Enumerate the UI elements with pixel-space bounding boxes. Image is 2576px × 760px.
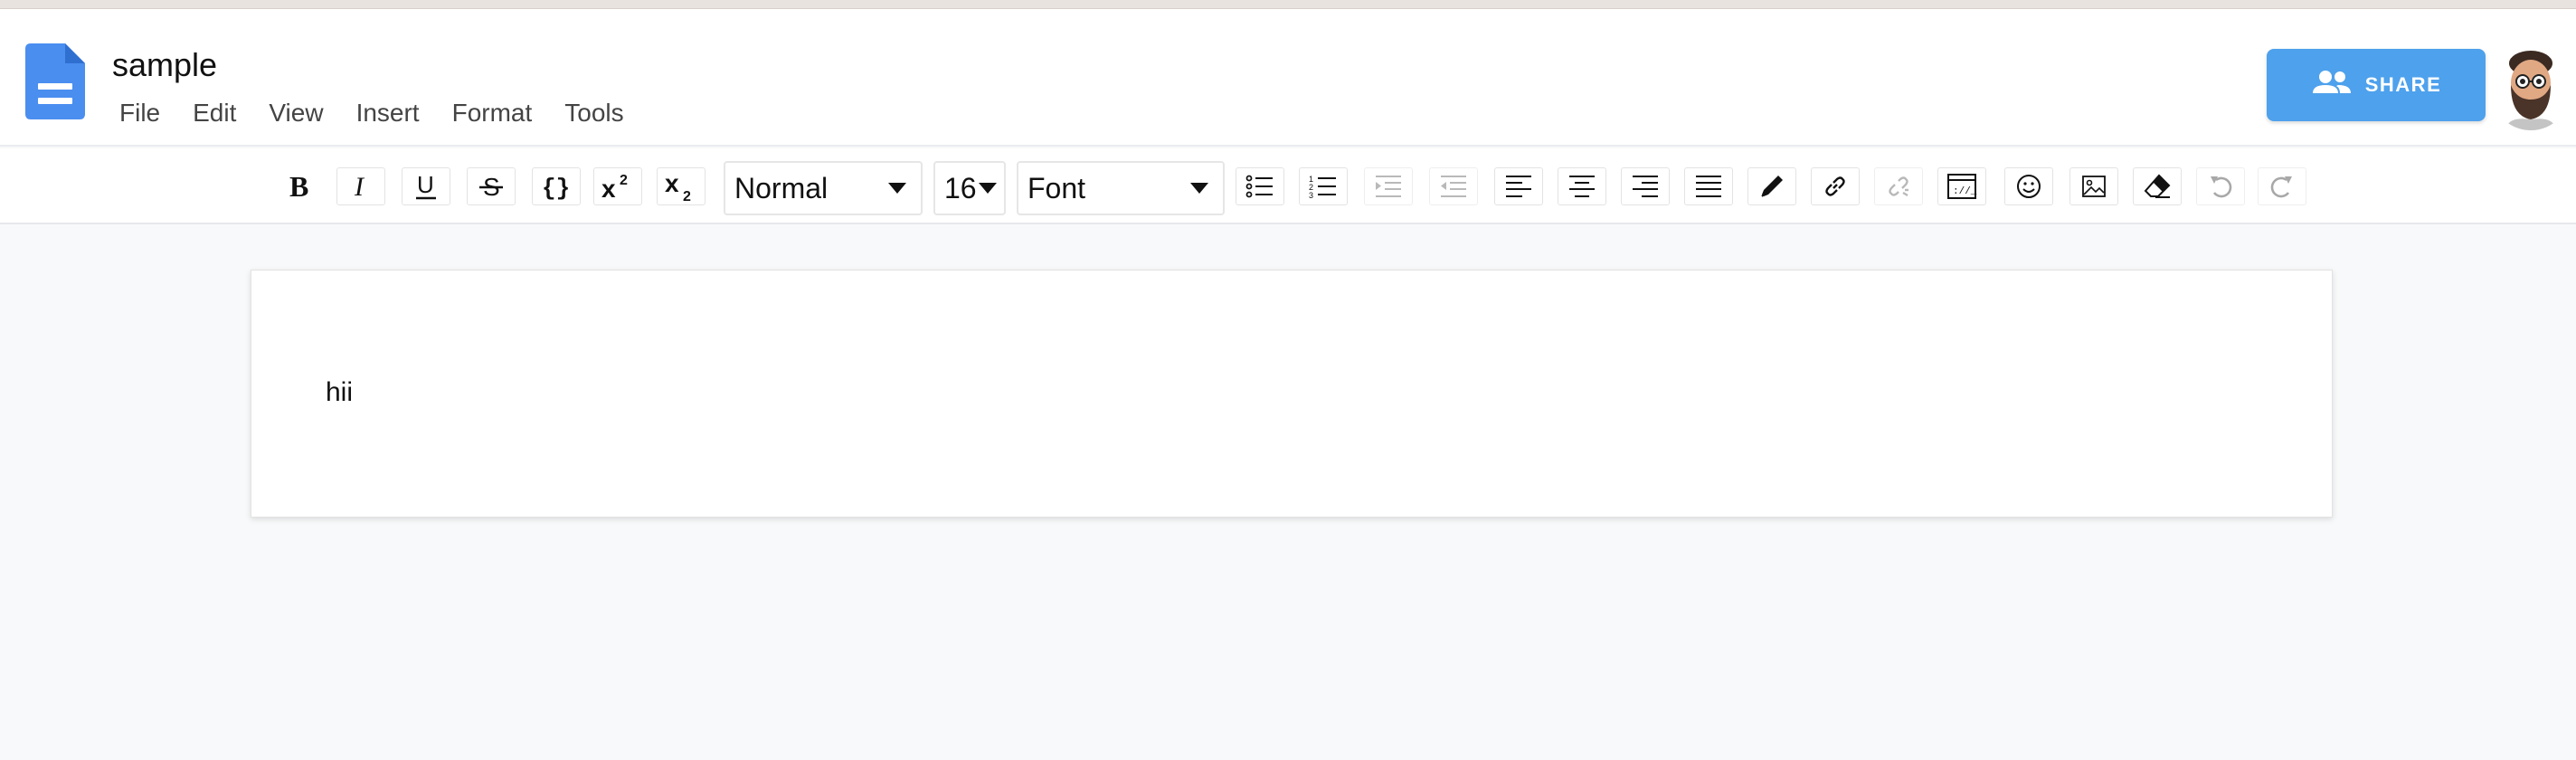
indent-icon xyxy=(1364,167,1413,205)
align-right-button[interactable] xyxy=(1621,165,1670,208)
user-avatar[interactable] xyxy=(2489,43,2572,130)
menu-edit[interactable]: Edit xyxy=(176,92,252,134)
justify-icon xyxy=(1684,167,1733,205)
svg-text:2: 2 xyxy=(620,173,628,188)
svg-text:3: 3 xyxy=(1309,191,1313,199)
embed-code-icon: ://_ xyxy=(1937,167,1986,205)
app-header: sample File Edit View Insert Format Tool… xyxy=(0,9,2576,147)
menu-file[interactable]: File xyxy=(103,92,176,134)
chevron-down-icon xyxy=(979,183,997,194)
menu-tools[interactable]: Tools xyxy=(548,92,639,134)
svg-text:B: B xyxy=(289,171,308,202)
people-icon xyxy=(2311,70,2353,100)
menu-bar: File Edit View Insert Format Tools xyxy=(103,92,640,134)
font-family-select[interactable]: Font xyxy=(1017,161,1225,215)
bold-button[interactable]: B xyxy=(275,165,326,208)
insert-link-button[interactable] xyxy=(1811,165,1860,208)
chevron-down-icon xyxy=(888,183,906,194)
undo-button[interactable] xyxy=(2196,165,2245,208)
align-left-icon xyxy=(1494,167,1543,205)
code-button[interactable]: {} xyxy=(532,165,581,208)
formatting-toolbar: B I U S {} x2 x2 Normal 16 Font 1 2 3:/… xyxy=(0,148,2576,224)
embed-button[interactable]: ://_ xyxy=(1937,165,1986,208)
bullet-list-button[interactable] xyxy=(1236,165,1284,208)
emoji-button[interactable] xyxy=(2004,165,2053,208)
numbered-list-icon: 123 xyxy=(1299,167,1348,205)
redo-button[interactable] xyxy=(2258,165,2306,208)
eraser-icon xyxy=(2133,167,2182,205)
link-icon xyxy=(1811,167,1860,205)
underline-icon: U xyxy=(402,167,450,205)
superscript-button[interactable]: x2 xyxy=(593,165,642,208)
bold-icon: B xyxy=(287,171,314,202)
svg-text:U: U xyxy=(417,171,434,198)
italic-icon: I xyxy=(336,167,385,205)
italic-button[interactable]: I xyxy=(336,165,385,208)
svg-text:I: I xyxy=(354,172,365,202)
align-center-icon xyxy=(1558,167,1606,205)
subscript-button[interactable]: x2 xyxy=(657,165,706,208)
subscript-icon: x2 xyxy=(657,167,706,205)
strikethrough-icon: S xyxy=(467,167,516,205)
align-center-button[interactable] xyxy=(1558,165,1606,208)
font-size-value: 16 xyxy=(944,171,977,204)
menu-format[interactable]: Format xyxy=(436,92,549,134)
document-body-text[interactable]: hii xyxy=(326,377,687,408)
share-button[interactable]: SHARE xyxy=(2267,49,2486,121)
document-title[interactable]: sample xyxy=(112,43,217,87)
share-label: SHARE xyxy=(2364,73,2442,96)
clear-formatting-button[interactable] xyxy=(2133,165,2182,208)
superscript-icon: x2 xyxy=(593,167,642,205)
eyedropper-icon xyxy=(1747,167,1796,205)
chevron-down-icon xyxy=(1190,183,1208,194)
bullet-list-icon xyxy=(1236,167,1284,205)
paragraph-style-select[interactable]: Normal xyxy=(724,161,923,215)
numbered-list-button[interactable]: 123 xyxy=(1299,165,1348,208)
align-right-icon xyxy=(1621,167,1670,205)
document-page[interactable]: hii xyxy=(251,270,2333,518)
align-left-button[interactable] xyxy=(1494,165,1543,208)
svg-text:{}: {} xyxy=(542,175,570,202)
outdent-icon xyxy=(1429,167,1478,205)
menu-insert[interactable]: Insert xyxy=(340,92,436,134)
font-family-value: Font xyxy=(1028,171,1086,204)
paragraph-style-value: Normal xyxy=(734,171,829,204)
svg-text:x: x xyxy=(601,175,616,203)
indent-button[interactable] xyxy=(1364,165,1413,208)
menu-view[interactable]: View xyxy=(252,92,339,134)
unlink-icon xyxy=(1874,167,1923,205)
svg-text:://_: ://_ xyxy=(1953,186,1977,197)
emoji-smile-icon xyxy=(2004,167,2053,205)
outdent-button[interactable] xyxy=(1429,165,1478,208)
svg-text:2: 2 xyxy=(683,189,691,203)
insert-image-button[interactable] xyxy=(2069,165,2118,208)
font-size-select[interactable]: 16 xyxy=(933,161,1006,215)
remove-link-button[interactable] xyxy=(1874,165,1923,208)
underline-button[interactable]: U xyxy=(402,165,450,208)
redo-icon xyxy=(2258,167,2306,205)
doc-file-icon[interactable] xyxy=(25,43,85,119)
undo-icon xyxy=(2196,167,2245,205)
svg-text:x: x xyxy=(665,170,679,197)
justify-button[interactable] xyxy=(1684,165,1733,208)
strikethrough-button[interactable]: S xyxy=(467,165,516,208)
browser-top-edge xyxy=(0,0,2576,9)
code-braces-icon: {} xyxy=(532,167,581,205)
text-color-button[interactable] xyxy=(1747,165,1796,208)
image-icon xyxy=(2069,167,2118,205)
